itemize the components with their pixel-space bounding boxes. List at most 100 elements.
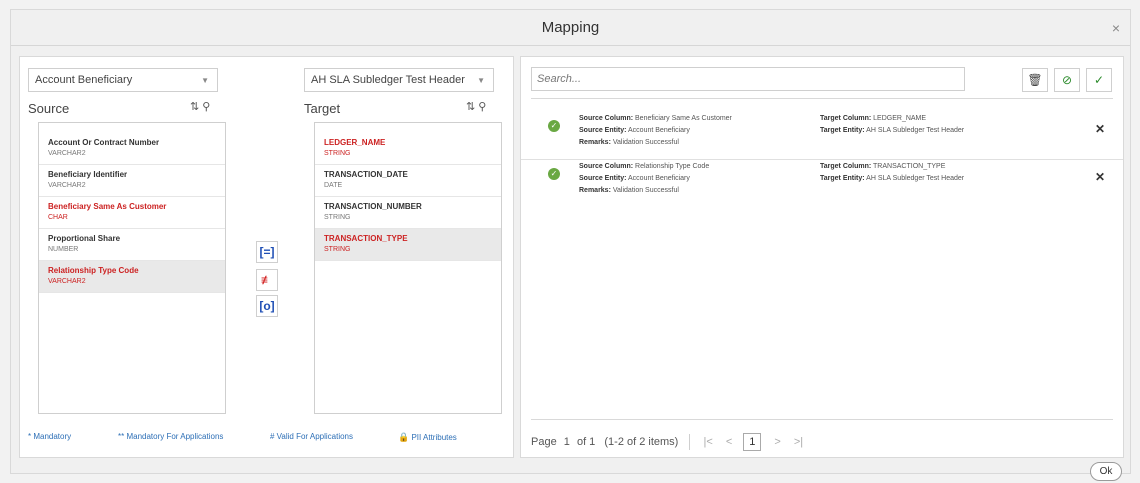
map-button[interactable]: [=] <box>256 241 278 263</box>
source-item-name: Account Or Contract Number <box>48 138 160 147</box>
divider <box>531 98 1113 99</box>
mapping-row: ✓ Source Column: Relationship Type Code … <box>521 159 1123 205</box>
target-entity: Target Entity: AH SLA Subledger Test Hea… <box>820 175 964 182</box>
target-item-name: LEDGER_NAME <box>324 138 386 147</box>
source-item-type: VARCHAR2 <box>48 182 86 189</box>
delete-button[interactable]: 🗑 <box>1022 68 1048 92</box>
source-item[interactable]: Account Or Contract Number VARCHAR2 <box>39 133 225 165</box>
lock-icon: 🔒 <box>398 432 410 442</box>
source-item-name: Beneficiary Identifier <box>48 170 128 179</box>
remarks: Remarks: Validation Successful <box>579 187 679 194</box>
pager: Page 1 of 1 (1-2 of 2 items) |< < 1 > >| <box>531 419 1113 451</box>
target-item-type: STRING <box>324 150 351 157</box>
source-entity-value: Account Beneficiary <box>35 74 133 86</box>
last-page-icon[interactable]: >| <box>794 436 803 448</box>
source-entity-select[interactable]: Account Beneficiary ▼ <box>28 68 218 92</box>
close-icon[interactable]: × <box>1112 20 1120 36</box>
target-entity-value: AH SLA Subledger Test Header <box>311 74 465 86</box>
target-column: Target Column: TRANSACTION_TYPE <box>820 163 945 170</box>
source-title: Source <box>28 101 70 116</box>
remarks-label: Remarks: <box>579 187 611 194</box>
search-icon[interactable]: ⚲ <box>202 101 213 113</box>
map-icon: [=] <box>259 245 275 259</box>
source-entity: Source Entity: Account Beneficiary <box>579 127 690 134</box>
source-entity-label: Source Entity: <box>579 175 627 182</box>
validate-button[interactable]: ✓ <box>1086 68 1112 92</box>
target-entity-label: Target Entity: <box>820 127 865 134</box>
target-entity: Target Entity: AH SLA Subledger Test Hea… <box>820 127 964 134</box>
filter-clear-icon: ⊘ <box>1061 73 1073 87</box>
source-column-label: Source Column: <box>579 163 634 170</box>
sort-icon[interactable]: ⇅ <box>466 101 478 113</box>
source-column-value: Relationship Type Code <box>635 163 710 170</box>
source-item[interactable]: Beneficiary Identifier VARCHAR2 <box>39 165 225 197</box>
remarks: Remarks: Validation Successful <box>579 139 679 146</box>
legend-mandatory-apps: ** Mandatory For Applications <box>118 432 224 441</box>
first-page-icon[interactable]: |< <box>703 436 712 448</box>
pager-page-label: Page <box>531 436 557 448</box>
source-column-label: Source Column: <box>579 115 634 122</box>
source-item-type: VARCHAR2 <box>48 278 86 285</box>
source-entity: Source Entity: Account Beneficiary <box>579 175 690 182</box>
target-item-type: STRING <box>324 246 351 253</box>
source-column-value: Beneficiary Same As Customer <box>635 115 732 122</box>
source-item-name: Proportional Share <box>48 234 121 243</box>
mapping-row: ✓ Source Column: Beneficiary Same As Cus… <box>521 112 1123 158</box>
close-icon[interactable]: ✕ <box>1095 170 1105 184</box>
source-entity-value: Account Beneficiary <box>628 127 690 134</box>
target-title: Target <box>304 101 341 116</box>
target-item-name: TRANSACTION_NUMBER <box>324 202 422 211</box>
ok-button[interactable]: Ok <box>1090 462 1122 481</box>
source-item-name: Relationship Type Code <box>48 266 139 275</box>
source-item[interactable]: Relationship Type Code VARCHAR2 <box>39 261 225 293</box>
target-entity-select[interactable]: AH SLA Subledger Test Header ▼ <box>304 68 494 92</box>
legend-valid-apps: # Valid For Applications <box>270 432 354 441</box>
validate-icon: ✓ <box>1093 73 1105 87</box>
sort-icon[interactable]: ⇅ <box>190 101 202 113</box>
mapping-dialog: Mapping × Account Beneficiary ▼ AH SLA S… <box>10 9 1131 481</box>
source-column: Source Column: Beneficiary Same As Custo… <box>579 115 732 122</box>
target-column-label: Target Column: <box>820 115 872 122</box>
target-item[interactable]: TRANSACTION_DATE DATE <box>315 165 501 197</box>
dialog-header: Mapping × <box>11 10 1130 46</box>
target-entity-label: Target Entity: <box>820 175 865 182</box>
pager-page: 1 <box>563 436 570 448</box>
source-entity-label: Source Entity: <box>579 127 627 134</box>
source-target-panel: Account Beneficiary ▼ AH SLA Subledger T… <box>19 56 514 458</box>
source-item[interactable]: Proportional Share NUMBER <box>39 229 225 261</box>
target-item[interactable]: LEDGER_NAME STRING <box>315 133 501 165</box>
target-item-name: TRANSACTION_DATE <box>324 170 408 179</box>
search-input[interactable]: Search... <box>531 67 965 91</box>
target-entity-value: AH SLA Subledger Test Header <box>866 175 965 182</box>
remarks-value: Validation Successful <box>612 139 679 146</box>
divider <box>689 434 691 450</box>
target-column-value: LEDGER_NAME <box>873 115 927 122</box>
target-item[interactable]: TRANSACTION_NUMBER STRING <box>315 197 501 229</box>
close-icon[interactable]: ✕ <box>1095 122 1105 136</box>
legend-mandatory: * Mandatory <box>28 432 72 441</box>
search-icon[interactable]: ⚲ <box>478 101 489 113</box>
remarks-value: Validation Successful <box>612 187 679 194</box>
source-entity-value: Account Beneficiary <box>628 175 690 182</box>
unmap-button[interactable]: ≢ <box>256 269 278 291</box>
success-check-icon: ✓ <box>548 120 560 132</box>
legend-pii-label: PII Attributes <box>411 433 457 442</box>
trash-icon: 🗑 <box>1027 73 1043 87</box>
target-item-type: DATE <box>324 182 343 189</box>
remove-invalid-button[interactable]: ⊘ <box>1054 68 1080 92</box>
prev-page-icon[interactable]: < <box>726 436 732 448</box>
target-list: LEDGER_NAME STRING TRANSACTION_DATE DATE… <box>314 122 502 414</box>
target-entity-value: AH SLA Subledger Test Header <box>866 127 965 134</box>
dialog-title: Mapping <box>541 19 600 36</box>
source-column: Source Column: Relationship Type Code <box>579 163 709 170</box>
next-page-icon[interactable]: > <box>774 436 780 448</box>
target-item[interactable]: TRANSACTION_TYPE STRING <box>315 229 501 261</box>
current-page-button[interactable]: 1 <box>743 433 762 451</box>
success-check-icon: ✓ <box>548 168 560 180</box>
target-column-value: TRANSACTION_TYPE <box>873 163 946 170</box>
pager-of: of 1 <box>576 436 596 448</box>
auto-map-button[interactable]: [o] <box>256 295 278 317</box>
auto-map-icon: [o] <box>259 299 275 313</box>
source-item[interactable]: Beneficiary Same As Customer CHAR <box>39 197 225 229</box>
source-list: Account Or Contract Number VARCHAR2 Bene… <box>38 122 226 414</box>
